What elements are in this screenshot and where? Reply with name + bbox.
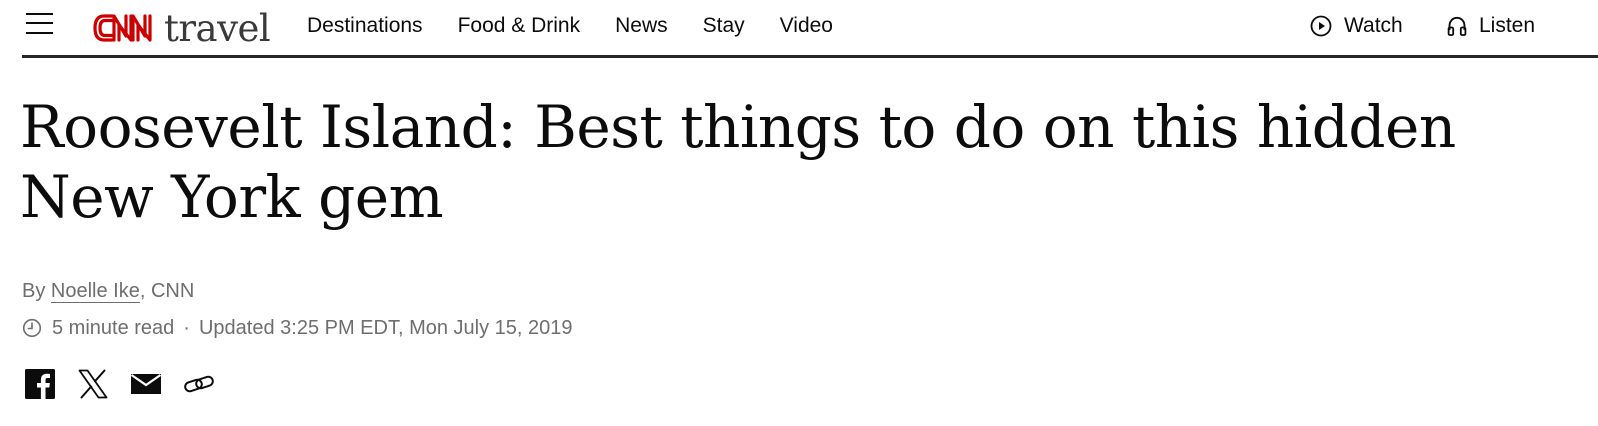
listen-button[interactable]: Listen	[1447, 0, 1535, 52]
cnn-logo-mark	[93, 14, 152, 42]
nav-item-destinations[interactable]: Destinations	[307, 14, 423, 38]
read-time: 5 minute read	[52, 316, 175, 339]
email-icon	[130, 374, 162, 394]
site-header: travel Destinations Food & Drink News St…	[22, 0, 1598, 58]
facebook-share-button[interactable]	[22, 366, 58, 402]
nav-item-stay[interactable]: Stay	[703, 14, 745, 38]
byline: By Noelle Ike, CNN	[22, 280, 194, 303]
article-meta: 5 minute read · Updated 3:25 PM EDT, Mon…	[22, 314, 573, 342]
nav-item-news[interactable]: News	[615, 14, 668, 38]
nav-item-food-drink[interactable]: Food & Drink	[458, 14, 581, 38]
author-link[interactable]: Noelle Ike	[50, 280, 140, 303]
share-bar	[22, 366, 234, 402]
link-icon	[184, 375, 214, 393]
byline-outlet: , CNN	[139, 280, 195, 302]
x-twitter-icon	[78, 369, 108, 399]
headphones-icon	[1447, 16, 1467, 36]
watch-label: Watch	[1344, 14, 1403, 37]
nav-item-video[interactable]: Video	[780, 14, 833, 38]
facebook-icon	[25, 369, 55, 399]
updated-timestamp: Updated 3:25 PM EDT, Mon July 15, 2019	[198, 316, 573, 339]
x-share-button[interactable]	[75, 366, 111, 402]
logo-section-text: travel	[164, 7, 271, 50]
email-share-button[interactable]	[128, 366, 164, 402]
listen-label: Listen	[1479, 14, 1536, 37]
cnn-travel-logo[interactable]: travel	[92, 4, 271, 50]
hamburger-menu-icon[interactable]	[26, 12, 54, 36]
byline-prefix: By	[22, 280, 46, 302]
meta-separator: ·	[183, 316, 190, 339]
play-circle-icon	[1310, 15, 1332, 37]
copy-link-button[interactable]	[181, 366, 217, 402]
main-nav: Destinations Food & Drink News Stay Vide…	[307, 0, 868, 52]
watch-button[interactable]: Watch	[1310, 0, 1403, 52]
article-headline: Roosevelt Island: Best things to do on t…	[20, 93, 1456, 231]
clock-icon	[22, 318, 42, 338]
